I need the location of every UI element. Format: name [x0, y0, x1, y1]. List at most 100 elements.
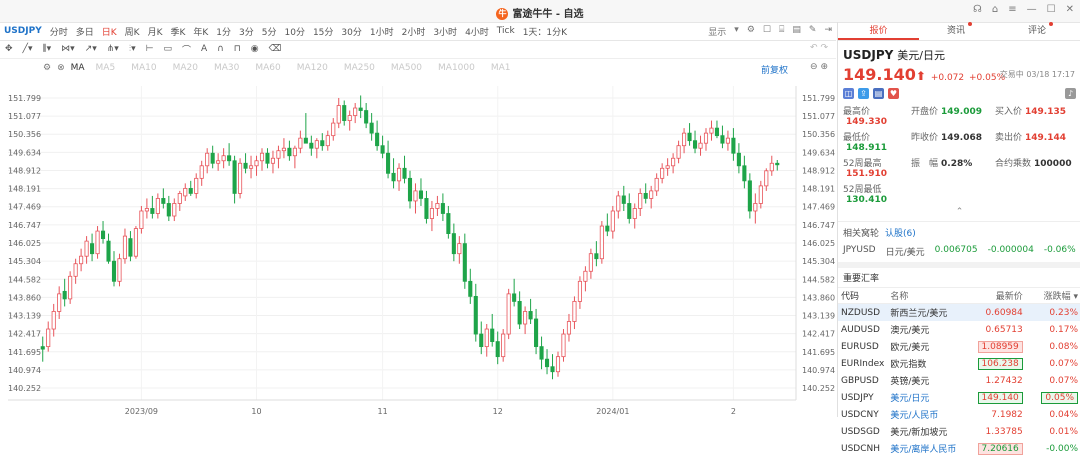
adjust-mode[interactable]: 前复权 — [761, 63, 788, 76]
stat-value: 148.911 — [846, 143, 887, 153]
period-tab[interactable]: 1小时 — [366, 25, 398, 38]
delete-icon[interactable]: ⌫ — [264, 44, 287, 54]
period-tab[interactable]: 30分 — [337, 25, 365, 38]
ma-item[interactable]: MA10 — [123, 63, 164, 73]
period-tab[interactable]: 15分 — [309, 25, 337, 38]
period-tab[interactable]: 10分 — [281, 25, 309, 38]
undo-icon[interactable]: ↶ — [810, 43, 818, 53]
ma-item[interactable]: MA1 — [483, 63, 519, 73]
close-icon[interactable]: ✕ — [1066, 4, 1074, 15]
chevron-down-icon[interactable]: ▾ — [734, 25, 739, 38]
fx-row[interactable]: EURUSD 欧元/美元 1.08959 0.08% — [838, 338, 1080, 355]
ray-tool-icon[interactable]: ⫼▾ — [37, 44, 56, 54]
col-pct[interactable]: 涨跌幅 ▾ — [1025, 287, 1080, 304]
ma-item[interactable]: MA250 — [336, 63, 383, 73]
fx-row[interactable]: GBPUSD 英镑/美元 1.27432 0.07% — [838, 372, 1080, 389]
fullscreen-icon[interactable]: ☐ — [763, 25, 771, 38]
shirt-icon[interactable]: ⌂ — [992, 4, 998, 15]
maximize-icon[interactable]: ☐ — [1047, 4, 1056, 15]
line-tool-icon[interactable]: ╱▾ — [18, 44, 38, 54]
candle-body — [144, 208, 149, 212]
period-tab[interactable]: 3分 — [235, 25, 258, 38]
move-tool-icon[interactable]: ✥ — [0, 44, 18, 54]
candlestick-chart[interactable]: 151.799 151.799 151.077 151.077 150.356 150.3… — [0, 78, 846, 417]
chart-icon[interactable]: ◫ — [843, 88, 854, 99]
collapse-icon[interactable]: ⌃ — [838, 207, 1080, 217]
favorite-icon[interactable]: ♥ — [888, 88, 899, 99]
stat-value: 149.144 — [1025, 133, 1067, 143]
candle-body — [676, 145, 681, 159]
fx-row[interactable]: AUDUSD 澳元/美元 0.65713 0.17% — [838, 321, 1080, 338]
period-tab[interactable]: 多日 — [72, 25, 98, 38]
period-tab[interactable]: 季K — [166, 25, 189, 38]
settings-icon[interactable]: ⚙ — [747, 25, 755, 38]
candle-body — [51, 311, 56, 330]
fib-tool-icon[interactable]: ⫶▾ — [124, 44, 141, 54]
magnet-icon[interactable]: ∩ — [212, 44, 229, 54]
period-tab[interactable]: 1分 — [212, 25, 235, 38]
period-tab[interactable]: 1天：1分K — [519, 25, 571, 38]
tab-quote[interactable]: 报价 — [838, 22, 919, 40]
candle-body — [665, 165, 670, 169]
edit-icon[interactable]: ✎ — [809, 25, 817, 38]
ma-item[interactable]: MA30 — [206, 63, 247, 73]
period-tab[interactable]: 周K — [121, 25, 144, 38]
arc-tool-icon[interactable]: ⌒ — [177, 43, 196, 56]
clipboard-icon[interactable]: ▤ — [792, 25, 801, 38]
menu-icon[interactable]: ≡ — [1008, 4, 1016, 15]
period-tab[interactable]: 年K — [189, 25, 212, 38]
period-tab[interactable]: Tick — [493, 26, 519, 36]
measure-tool-icon[interactable]: ⊢ — [141, 44, 159, 54]
period-tab[interactable]: 5分 — [258, 25, 281, 38]
fork-tool-icon[interactable]: ⋔▾ — [102, 44, 124, 54]
redo-icon[interactable]: ↷ — [820, 43, 828, 53]
candle-body — [353, 107, 358, 116]
fx-row[interactable]: NZDUSD 新西兰元/美元 0.60984 0.23% — [838, 303, 1080, 321]
fx-row[interactable]: EURIndex 欧元指数 106.238 0.07% — [838, 355, 1080, 372]
period-tab[interactable]: 3小时 — [429, 25, 461, 38]
hide-icon[interactable]: ⊗ — [54, 63, 68, 73]
ma-item[interactable]: MA20 — [165, 63, 206, 73]
ma-item[interactable]: MA60 — [247, 63, 288, 73]
period-tab[interactable]: 2小时 — [398, 25, 430, 38]
zoom-in-icon[interactable]: ⊕ — [820, 62, 828, 72]
ma-item[interactable]: MA1000 — [430, 63, 483, 73]
text-tool-icon[interactable]: A — [196, 44, 212, 54]
tab-comments[interactable]: 评论 — [1000, 22, 1080, 40]
alert-icon[interactable]: ♪ — [1065, 88, 1076, 99]
fx-row[interactable]: USDCNH 美元/离岸人民币 7.20616 -0.00% — [838, 440, 1080, 457]
exit-icon[interactable]: ⇥ — [824, 25, 832, 38]
eye-icon[interactable]: ◉ — [246, 44, 264, 54]
period-tab[interactable]: 月K — [144, 25, 167, 38]
fx-row[interactable]: USDCNY 美元/人民币 7.1982 0.04% — [838, 406, 1080, 423]
related-row[interactable]: JPYUSD 日元/美元 0.006705 -0.000004 -0.06% — [838, 243, 1080, 268]
ma-item[interactable]: MA120 — [289, 63, 336, 73]
period-tab[interactable]: 日K — [98, 25, 121, 38]
col-code[interactable]: 代码 — [838, 287, 888, 304]
share-icon[interactable]: ⇪ — [858, 88, 869, 99]
rect-tool-icon[interactable]: ▭ — [158, 44, 177, 54]
col-price[interactable]: 最新价 — [959, 287, 1026, 304]
display-menu[interactable]: 显示 — [708, 25, 726, 38]
fx-row[interactable]: USDJPY 美元/日元 149.140 0.05% — [838, 389, 1080, 406]
period-tab[interactable]: 4小时 — [461, 25, 493, 38]
warrants-link[interactable]: 认股(6) — [885, 229, 916, 239]
settings-icon[interactable]: ⚙ — [40, 63, 54, 73]
minimize-icon[interactable]: — — [1027, 4, 1037, 15]
col-name[interactable]: 名称 — [887, 287, 960, 304]
ma-item[interactable]: MA5 — [88, 63, 124, 73]
lock-icon[interactable]: ⊓ — [229, 44, 246, 54]
fx-row[interactable]: USDSGD 美元/新加坡元 1.33785 0.01% — [838, 423, 1080, 440]
symbol-tab[interactable]: USDJPY — [0, 26, 46, 36]
candle-body — [462, 243, 467, 282]
chart-svg[interactable]: 151.799 151.799 151.077 151.077 150.356 150.3… — [0, 78, 846, 417]
camera-icon[interactable]: ⌸ — [779, 25, 784, 38]
period-tab[interactable]: 分时 — [46, 25, 72, 38]
headset-icon[interactable]: ☊ — [973, 4, 982, 15]
ma-item[interactable]: MA500 — [383, 63, 430, 73]
tab-news[interactable]: 资讯 — [919, 22, 1000, 40]
zoom-out-icon[interactable]: ⊖ — [810, 62, 818, 72]
arrow-tool-icon[interactable]: ↗▾ — [80, 44, 102, 54]
news-icon[interactable]: ▤ — [873, 88, 884, 99]
channel-tool-icon[interactable]: ⋈▾ — [56, 44, 80, 54]
